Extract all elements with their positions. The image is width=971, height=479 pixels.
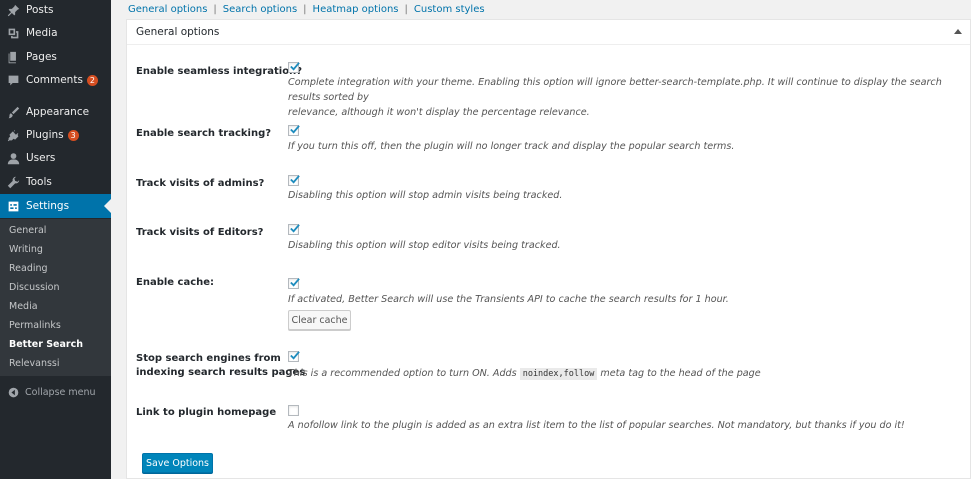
checkbox-track-admins[interactable] <box>288 175 300 186</box>
checkmark-icon <box>290 125 300 134</box>
tab-custom-styles[interactable]: Custom styles <box>414 4 485 15</box>
option-description-plugin-link: A nofollow link to the plugin is added a… <box>288 420 905 431</box>
sidebar-item-label: Plugins <box>26 129 64 141</box>
option-label-noindex: Stop search engines from indexing search… <box>136 352 305 380</box>
description-line: Complete integration with your theme. En… <box>288 77 942 103</box>
submenu-item-general[interactable]: General <box>9 223 46 239</box>
option-description-search-tracking: If you turn this off, then the plugin wi… <box>288 141 735 152</box>
clear-cache-button[interactable]: Clear cache <box>288 310 351 330</box>
option-label-track-editors: Track visits of Editors? <box>136 227 264 238</box>
checkmark-icon <box>290 351 300 360</box>
sidebar-item-label: Media <box>26 27 58 39</box>
meta-tag-code: noindex,follow <box>519 368 598 380</box>
submenu-item-reading[interactable]: Reading <box>9 261 48 277</box>
checkbox-seamless-integration[interactable] <box>288 62 300 73</box>
submenu-item-media[interactable]: Media <box>9 299 38 315</box>
pages-icon <box>7 51 20 64</box>
tab-heatmap-options[interactable]: Heatmap options <box>313 4 399 15</box>
comment-icon <box>7 74 20 87</box>
admin-sidebar: Posts Media Pages Comments 2 Appearance … <box>0 0 111 479</box>
checkbox-enable-cache[interactable] <box>288 278 300 289</box>
checkbox-noindex[interactable] <box>288 351 300 362</box>
option-description-track-editors: Disabling this option will stop editor v… <box>288 240 561 251</box>
settings-tabs: General options | Search options | Heatm… <box>128 4 485 15</box>
tab-separator: | <box>303 4 307 15</box>
sidebar-item-label: Settings <box>26 200 70 212</box>
label-line: Stop search engines from <box>136 353 281 364</box>
description-text: This is a recommended option to turn ON.… <box>288 368 520 379</box>
save-options-button[interactable]: Save Options <box>142 453 213 473</box>
description-line: relevance, although it won't display the… <box>288 107 590 118</box>
checkmark-icon <box>290 278 300 287</box>
option-label-plugin-link: Link to plugin homepage <box>136 407 277 418</box>
checkbox-plugin-link[interactable] <box>288 405 299 416</box>
tab-separator: | <box>213 4 217 15</box>
wrench-icon <box>7 176 20 189</box>
option-label-search-tracking: Enable search tracking? <box>136 128 272 139</box>
plugin-icon <box>7 129 20 142</box>
checkbox-search-tracking[interactable] <box>288 125 300 136</box>
tab-general-options[interactable]: General options <box>128 4 207 15</box>
option-description-seamless-integration: Complete integration with your theme. En… <box>288 75 958 120</box>
tab-separator: | <box>404 4 408 15</box>
media-icon <box>7 27 20 40</box>
brush-icon <box>7 106 20 119</box>
submenu-item-relevanssi[interactable]: Relevanssi <box>9 356 60 372</box>
sidebar-item-comments[interactable]: Comments 2 <box>0 69 111 91</box>
option-description-noindex: This is a recommended option to turn ON.… <box>288 366 958 382</box>
sidebar-item-label: Tools <box>26 176 52 188</box>
label-line: indexing search results pages <box>136 367 306 378</box>
description-text: meta tag to the head of the page <box>597 368 761 379</box>
submenu-item-discussion[interactable]: Discussion <box>9 280 60 296</box>
collapse-arrow-icon[interactable] <box>954 29 962 34</box>
collapse-icon <box>8 387 19 398</box>
sidebar-item-label: Users <box>26 152 56 164</box>
sidebar-item-media[interactable]: Media <box>0 22 111 44</box>
general-options-postbox: General options Enable seamless integrat… <box>126 19 971 479</box>
settings-submenu: General Writing Reading Discussion Media… <box>0 219 111 376</box>
sidebar-item-label: Comments <box>26 74 83 86</box>
sidebar-item-plugins[interactable]: Plugins 3 <box>0 124 111 146</box>
checkbox-track-editors[interactable] <box>288 224 300 235</box>
collapse-menu-button[interactable]: Collapse menu <box>0 382 111 402</box>
checkmark-icon <box>290 62 300 71</box>
submenu-item-permalinks[interactable]: Permalinks <box>9 318 61 334</box>
option-description-track-admins: Disabling this option will stop admin vi… <box>288 190 563 201</box>
tab-search-options[interactable]: Search options <box>223 4 297 15</box>
sidebar-item-label: Pages <box>26 51 57 63</box>
checkmark-icon <box>290 175 300 184</box>
sidebar-item-posts[interactable]: Posts <box>0 0 111 21</box>
settings-icon <box>7 200 20 213</box>
sidebar-item-pages[interactable]: Pages <box>0 46 111 68</box>
checkmark-icon <box>290 224 300 233</box>
plugins-count-badge: 3 <box>67 129 79 141</box>
sidebar-item-tools[interactable]: Tools <box>0 171 111 193</box>
sidebar-item-appearance[interactable]: Appearance <box>0 101 111 123</box>
sidebar-item-label: Appearance <box>26 106 90 118</box>
option-label-track-admins: Track visits of admins? <box>136 178 265 189</box>
option-label-enable-cache: Enable cache: <box>136 277 215 288</box>
sidebar-item-users[interactable]: Users <box>0 147 111 169</box>
option-label-seamless-integration: Enable seamless integration? <box>136 66 302 77</box>
user-icon <box>7 152 20 165</box>
comments-count-badge: 2 <box>86 74 98 86</box>
collapse-menu-label: Collapse menu <box>25 386 96 398</box>
option-description-enable-cache: If activated, Better Search will use the… <box>288 294 729 305</box>
postbox-header[interactable]: General options <box>127 20 970 45</box>
sidebar-item-settings[interactable]: Settings <box>0 194 111 218</box>
submenu-item-better-search[interactable]: Better Search <box>9 337 83 353</box>
pin-icon <box>7 4 20 17</box>
submenu-item-writing[interactable]: Writing <box>9 242 43 258</box>
sidebar-item-label: Posts <box>26 4 54 16</box>
postbox-title: General options <box>136 26 220 38</box>
